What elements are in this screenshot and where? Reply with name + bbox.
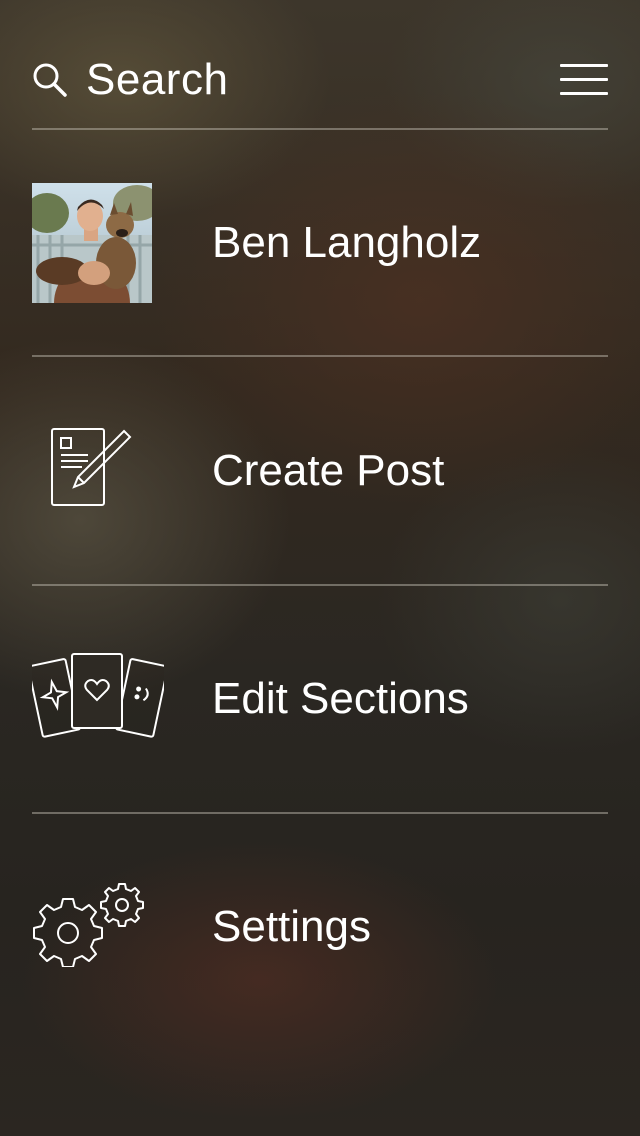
search-button[interactable]: Search — [32, 50, 228, 110]
settings-label: Settings — [212, 902, 371, 951]
edit-sections-label: Edit Sections — [212, 674, 469, 723]
side-menu-screen: Search Ben Langholz Create Post Edit Sec… — [0, 0, 640, 1136]
gears-icon — [32, 882, 148, 972]
search-label: Search — [86, 55, 229, 104]
menu-item-profile[interactable]: Ben Langholz — [32, 130, 608, 356]
menu-item-settings[interactable]: Settings — [32, 814, 608, 1040]
divider — [32, 355, 608, 357]
menu-item-create-post[interactable]: Create Post — [32, 358, 608, 584]
profile-name: Ben Langholz — [212, 218, 482, 267]
cards-icon — [27, 652, 169, 747]
compose-icon — [32, 427, 132, 516]
search-icon — [32, 62, 68, 98]
create-post-label: Create Post — [212, 446, 445, 495]
avatar — [32, 130, 164, 356]
menu-item-edit-sections[interactable]: Edit Sections — [27, 586, 608, 812]
hamburger-menu-icon[interactable] — [560, 62, 608, 98]
header: Search — [32, 50, 608, 110]
